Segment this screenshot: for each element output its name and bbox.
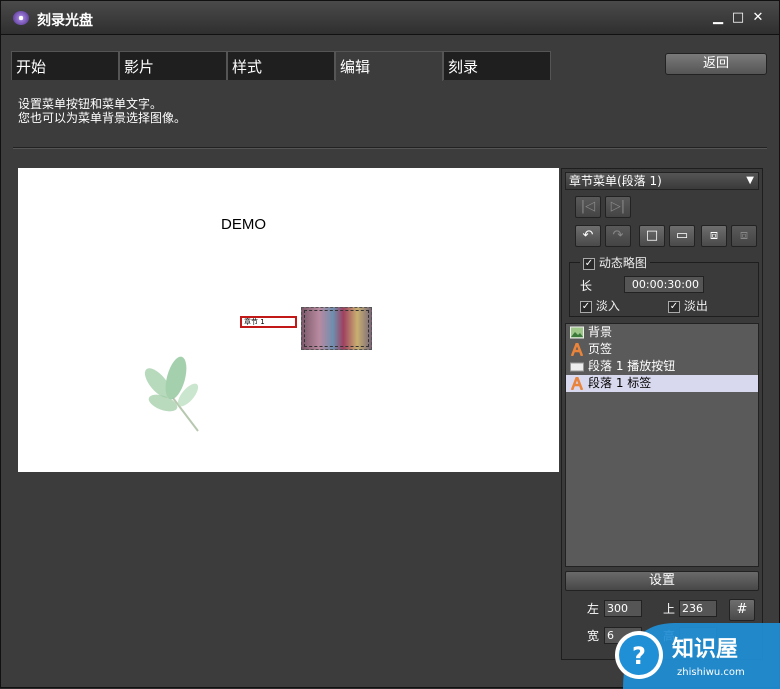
last-page-button[interactable]: ▷|	[605, 196, 631, 218]
safe-area-button[interactable]: □	[639, 225, 665, 247]
watermark-logo: ? 知识屋 zhishiwu.com	[615, 623, 780, 689]
tab-style[interactable]: 样式	[227, 51, 335, 80]
layer-item-background[interactable]: 背景	[566, 324, 758, 341]
watermark-url: zhishiwu.com	[677, 667, 745, 678]
leaf-decoration-icon	[144, 356, 199, 432]
length-input[interactable]: 00:00:30:00	[624, 276, 704, 293]
text-icon	[570, 377, 584, 390]
layer-item-page-label[interactable]: 页签	[566, 341, 758, 358]
menu-select-dropdown[interactable]: 章节菜单(段落 1) ▼	[565, 172, 759, 190]
divider	[13, 147, 767, 149]
menu-preview-canvas[interactable]: DEMO 章节 1	[18, 168, 559, 472]
square-icon: □	[645, 228, 659, 243]
chapter-thumbnail[interactable]	[301, 307, 372, 350]
title-bar: 刻录光盘 ▁ □ ✕	[1, 1, 779, 35]
tv-preview-button[interactable]: ▭	[669, 225, 695, 247]
redo-icon: ↷	[612, 228, 624, 243]
layer-label: 背景	[588, 325, 613, 339]
layer-item-chapter-label[interactable]: 段落 1 标签	[566, 375, 758, 392]
tab-movie[interactable]: 影片	[119, 51, 227, 80]
fade-in-checkbox[interactable]: ✓	[580, 300, 592, 313]
layer-up-icon: ⧈	[739, 228, 749, 243]
first-page-button[interactable]: |◁	[575, 196, 601, 218]
layer-list[interactable]: 背景 页签 段落 1 播放按钮 段落 1 标签	[565, 323, 759, 567]
fade-in-option[interactable]: ✓ 淡入	[580, 297, 620, 314]
back-button[interactable]: 返回	[665, 53, 767, 75]
dynamic-thumbnail-option[interactable]: ✓ 动态略图	[580, 254, 650, 271]
monitor-icon: ▭	[675, 228, 689, 243]
tab-burn[interactable]: 刻录	[443, 51, 551, 80]
bring-forward-button[interactable]: ⧈	[701, 225, 727, 247]
svg-text:?: ?	[632, 642, 646, 670]
layer-label: 段落 1 播放按钮	[588, 359, 676, 373]
dynamic-thumbnail-label: 动态略图	[598, 256, 647, 270]
watermark-text: 知识屋	[672, 636, 738, 662]
instruction-line-2: 您也可以为菜单背景选择图像。	[18, 111, 187, 125]
instructions: 设置菜单按钮和菜单文字。 您也可以为菜单背景选择图像。	[18, 97, 186, 125]
dynamic-thumbnail-checkbox[interactable]: ✓	[583, 257, 595, 270]
send-backward-button[interactable]: ⧈	[731, 225, 757, 247]
burn-disc-window: 刻录光盘 ▁ □ ✕ 开始 影片 样式 编辑 刻录 返回 设置菜单按钮和菜单文字…	[0, 0, 780, 689]
settings-button[interactable]: 设置	[565, 571, 759, 591]
chevron-down-icon: ▼	[746, 175, 754, 186]
layer-label: 页签	[588, 342, 613, 356]
properties-panel: 章节菜单(段落 1) ▼ |◁ ▷| ↶ ↷ □ ▭ ⧈ ⧈ ✓ 动态略图 长 …	[561, 168, 763, 660]
width-label: 宽	[587, 629, 600, 643]
length-label: 长	[580, 279, 593, 293]
chapter-label-box[interactable]: 章节 1	[240, 316, 297, 328]
left-label: 左	[587, 602, 600, 616]
window-title: 刻录光盘	[37, 13, 93, 29]
maximize-button[interactable]: □	[729, 9, 747, 27]
fade-out-option[interactable]: ✓ 淡出	[668, 297, 708, 314]
dynamic-thumbnail-group: ✓ 动态略图 长 00:00:30:00 ✓ 淡入 ✓ 淡出	[569, 254, 759, 317]
skip-back-icon: |◁	[580, 199, 596, 214]
minimize-button[interactable]: ▁	[709, 9, 727, 27]
menu-select-value: 章节菜单(段落 1)	[569, 174, 662, 188]
image-icon	[570, 326, 584, 339]
layer-down-icon: ⧈	[709, 228, 719, 243]
disc-icon	[13, 11, 29, 25]
tab-edit[interactable]: 编辑	[335, 51, 443, 81]
undo-button[interactable]: ↶	[575, 225, 601, 247]
fade-in-label: 淡入	[595, 299, 620, 313]
button-icon	[570, 362, 584, 372]
thumbnail-selection-frame	[304, 310, 369, 347]
menu-title-text[interactable]: DEMO	[221, 216, 266, 233]
fade-out-checkbox[interactable]: ✓	[668, 300, 680, 313]
tab-start[interactable]: 开始	[11, 51, 119, 80]
fade-out-label: 淡出	[683, 299, 708, 313]
close-button[interactable]: ✕	[749, 9, 767, 27]
undo-icon: ↶	[582, 228, 594, 243]
instruction-line-1: 设置菜单按钮和菜单文字。	[18, 97, 163, 111]
layer-item-play-button[interactable]: 段落 1 播放按钮	[566, 358, 758, 375]
text-icon	[570, 343, 584, 356]
redo-button[interactable]: ↷	[605, 225, 631, 247]
layer-label: 段落 1 标签	[588, 376, 652, 390]
skip-forward-icon: ▷|	[610, 199, 626, 214]
